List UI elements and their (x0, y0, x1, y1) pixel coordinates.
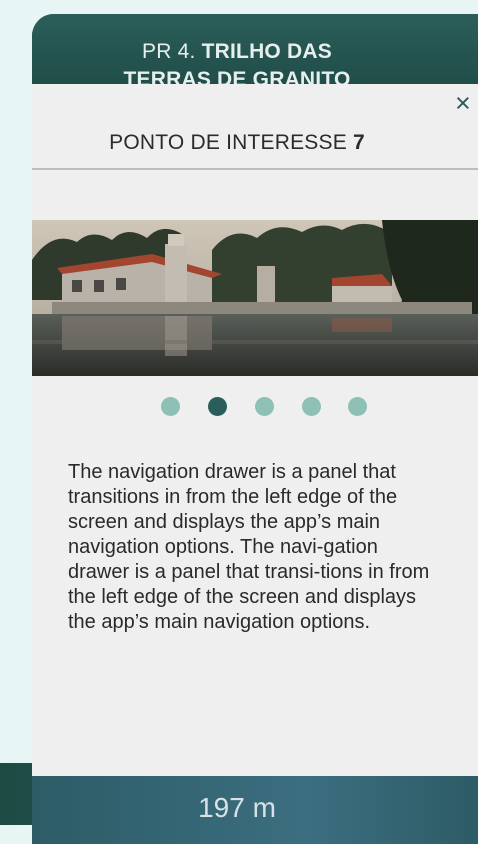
divider (32, 168, 478, 170)
poi-number: 7 (352, 131, 365, 154)
poi-title: PONTO DE INTERESSE 7 (32, 131, 442, 155)
carousel-dot-1[interactable] (161, 397, 180, 416)
close-icon[interactable]: × (455, 90, 471, 117)
carousel-dot-4[interactable] (302, 397, 321, 416)
carousel-dot-2[interactable] (208, 397, 227, 416)
distance-value: 197 m (198, 792, 276, 823)
poi-title-label: PONTO DE INTERESSE (109, 131, 353, 154)
distance-bar: 197 m (32, 774, 478, 844)
route-title-bold: TRILHO DAS (201, 40, 332, 63)
carousel-dot-3[interactable] (255, 397, 274, 416)
poi-description: The navigation drawer is a panel that tr… (68, 461, 430, 633)
point-of-interest-modal: × PONTO DE INTERESSE 7 The navigation dr… (32, 84, 478, 776)
phone-screen: PR 4. TRILHO DAS TERRAS DE GRANITO 197 m… (32, 14, 478, 844)
route-title-prefix: PR 4. (142, 40, 202, 63)
carousel-dot-5[interactable] (348, 397, 367, 416)
poi-photo[interactable] (32, 220, 478, 376)
photo-carousel-indicator (32, 397, 442, 417)
